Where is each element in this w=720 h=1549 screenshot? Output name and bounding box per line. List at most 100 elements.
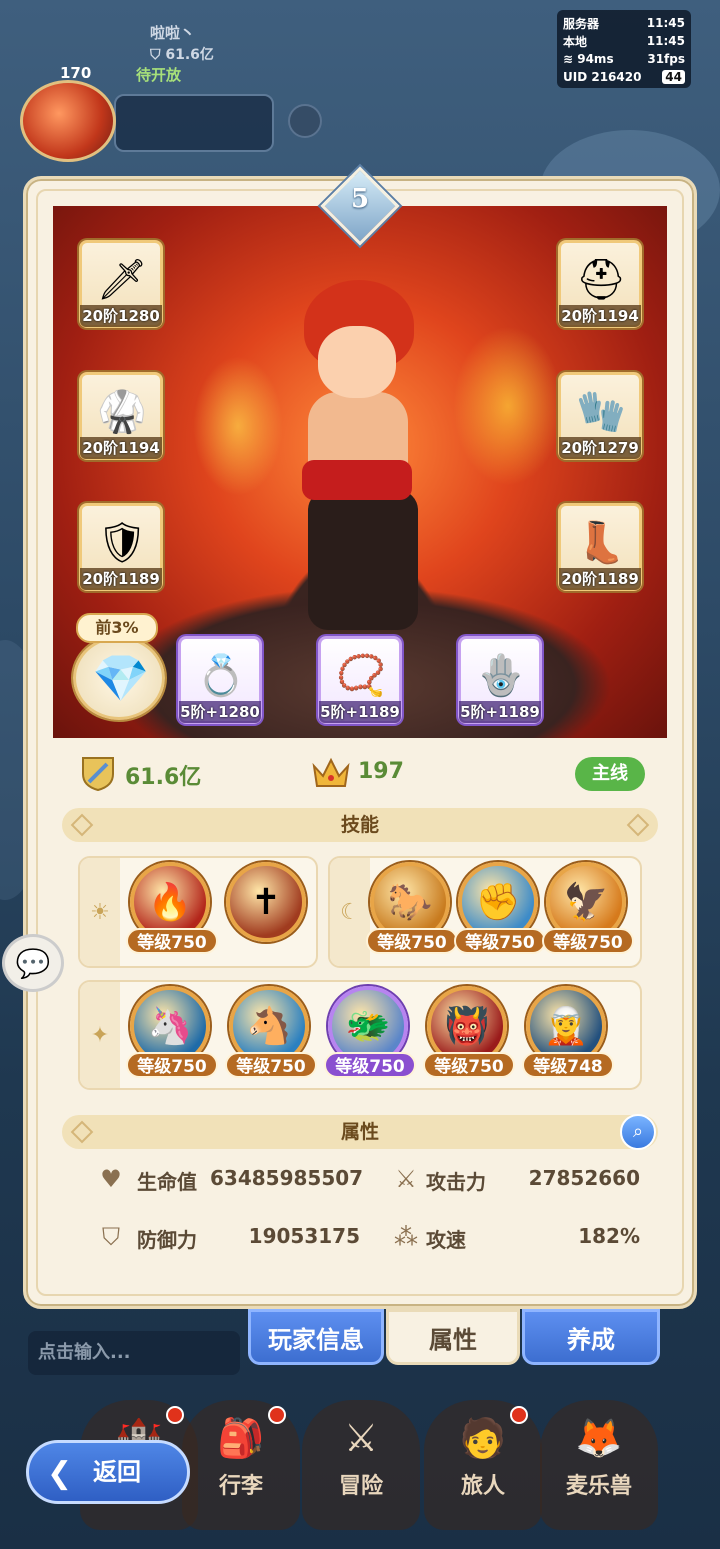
defense-label: 防御力 — [137, 1228, 197, 1252]
skill-icon: ✝ — [226, 862, 306, 942]
belt-armor-icon: 🛡 — [96, 519, 148, 566]
equip-label: 20阶1279 — [559, 437, 641, 459]
equip-slot-belt[interactable]: 🛡 20阶1189 — [79, 503, 163, 591]
skill-slot[interactable]: 🦄 等级750 — [126, 986, 218, 1078]
player-namebar — [114, 94, 274, 152]
nav-traveler[interactable]: 🧑 旅人 — [424, 1400, 542, 1530]
hero-character — [292, 280, 452, 660]
chat-bubble-button[interactable]: 💬 — [2, 934, 64, 992]
boots-icon: 👢 — [576, 519, 626, 566]
skill-slot[interactable]: 👹 等级750 — [423, 986, 515, 1078]
equip-slot-chest[interactable]: 🥋 20阶1194 — [79, 372, 163, 460]
avatar[interactable] — [20, 80, 116, 162]
flame-effect — [193, 356, 283, 496]
equip-slot-helmet[interactable]: ⛑ 20阶1194 — [558, 240, 642, 328]
tab-attributes[interactable]: 属性 — [386, 1309, 520, 1365]
crossed-swords-icon: ⚔ — [343, 1416, 379, 1460]
power-shield-icon — [82, 757, 114, 792]
search-button[interactable]: ⌕ — [620, 1114, 656, 1150]
skill-slot[interactable]: 🧝 等级748 — [522, 986, 614, 1078]
nav-bag[interactable]: 🎒 行李 — [182, 1400, 300, 1530]
moon-icon: ☾ — [330, 858, 370, 966]
attack-speed-label: 攻速 — [426, 1228, 466, 1252]
accessory-slot-ring[interactable]: 💍 5阶+1280 — [178, 636, 262, 724]
ornament-icon — [70, 1120, 94, 1144]
character-icon[interactable] — [288, 104, 322, 138]
accessory-slot-earring[interactable]: 🪬 5阶+1189 — [458, 636, 542, 724]
shield-icon: ⛉ — [150, 47, 161, 63]
notification-dot — [268, 1406, 286, 1424]
search-icon: ⌕ — [632, 1121, 644, 1142]
player-card[interactable] — [14, 76, 274, 166]
notification-dot — [510, 1406, 528, 1424]
nav-beast[interactable]: 🦊 麦乐兽 — [540, 1400, 658, 1530]
player-level: 170 — [60, 64, 92, 82]
fps-value: 31fps — [647, 52, 685, 66]
nav-adventure[interactable]: ⚔ 冒险 — [302, 1400, 420, 1530]
gauntlet-icon: 🧤 — [576, 388, 626, 435]
equip-label: 20阶1189 — [80, 568, 162, 590]
skill-level-badge: 等级750 — [126, 928, 218, 954]
nav-traveler-label: 旅人 — [460, 1474, 505, 1499]
tab-player-info[interactable]: 玩家信息 — [248, 1309, 384, 1365]
attack-label: 攻击力 — [426, 1170, 486, 1194]
back-label: 返回 — [93, 1458, 141, 1486]
nav-beast-label: 麦乐兽 — [565, 1474, 632, 1499]
chat-input[interactable]: 点击输入... — [28, 1331, 240, 1375]
accessory-label: 5阶+1189 — [319, 701, 401, 723]
ping-value: 94ms — [577, 52, 614, 66]
equip-label: 20阶1280 — [80, 305, 162, 327]
pet-rank-tag: 前3% — [76, 613, 158, 643]
uid-value: UID 216420 — [563, 70, 642, 84]
necklace-icon: 📿 — [336, 652, 386, 699]
equip-slot-boots[interactable]: 👢 20阶1189 — [558, 503, 642, 591]
crown-value: 197 — [358, 759, 404, 784]
crown-icon — [312, 757, 350, 787]
skill-slot[interactable]: 🐲 等级750 — [324, 986, 416, 1078]
skill-slot[interactable]: 🐎 等级750 — [366, 862, 458, 954]
skill-slot[interactable]: ✝ — [222, 862, 308, 948]
accessory-label: 5阶+1280 — [179, 701, 261, 723]
sun-icon: ☀ — [80, 858, 120, 966]
chat-icon: 💬 — [15, 947, 51, 980]
hero-pants — [308, 490, 418, 630]
equip-slot-gauntlet[interactable]: 🧤 20阶1279 — [558, 372, 642, 460]
tab-develop[interactable]: 养成 — [522, 1309, 660, 1365]
attack-value: 27852660 — [528, 1166, 640, 1190]
server-time-label: 服务器 — [563, 16, 600, 31]
pet-slot[interactable]: 💎 — [73, 636, 165, 720]
flame-effect — [453, 326, 563, 486]
mainline-button[interactable]: 主线 — [575, 757, 645, 791]
equip-slot-weapon[interactable]: 🗡 20阶1280 — [79, 240, 163, 328]
server-time: 11:45 — [646, 16, 685, 30]
skills-title: 技能 — [340, 814, 379, 836]
crossed-swords-icon: ⚔ — [395, 1165, 417, 1193]
nav-adventure-label: 冒险 — [338, 1474, 383, 1499]
accessory-slot-necklace[interactable]: 📿 5阶+1189 — [318, 636, 402, 724]
skill-slot[interactable]: ✊ 等级750 — [454, 862, 546, 954]
backpack-icon: 🎒 — [217, 1416, 265, 1460]
equip-label: 20阶1194 — [80, 437, 162, 459]
hero-scarf — [302, 460, 412, 500]
defense-value: 19053175 — [248, 1224, 360, 1248]
skill-slot[interactable]: 🦅 等级750 — [542, 862, 634, 954]
attack-speed-icon: ⁂ — [394, 1223, 418, 1251]
back-button[interactable]: ❮ 返回 — [26, 1440, 190, 1504]
skill-level-badge: 等级750 — [366, 928, 458, 954]
attributes-title: 属性 — [340, 1121, 379, 1143]
skill-slot[interactable]: 🐴 等级750 — [225, 986, 317, 1078]
ornament-icon — [70, 813, 94, 837]
ring-icon: 💍 — [196, 652, 246, 699]
chest-armor-icon: 🥋 — [97, 388, 147, 435]
local-time: 11:45 — [646, 34, 685, 48]
pending-label: 待开放 — [136, 66, 182, 84]
attack-speed-value: 182% — [578, 1224, 640, 1248]
player-power: ⛉ 61.6亿 — [150, 47, 214, 63]
star-icon: ✦ — [80, 982, 120, 1088]
hero-face — [318, 326, 396, 398]
equip-label: 20阶1194 — [559, 305, 641, 327]
skill-level-badge: 等级750 — [225, 1052, 317, 1078]
sword-icon: 🗡 — [96, 256, 148, 303]
skill-slot[interactable]: 🔥 等级750 — [126, 862, 218, 954]
nav-bag-label: 行李 — [218, 1474, 263, 1499]
